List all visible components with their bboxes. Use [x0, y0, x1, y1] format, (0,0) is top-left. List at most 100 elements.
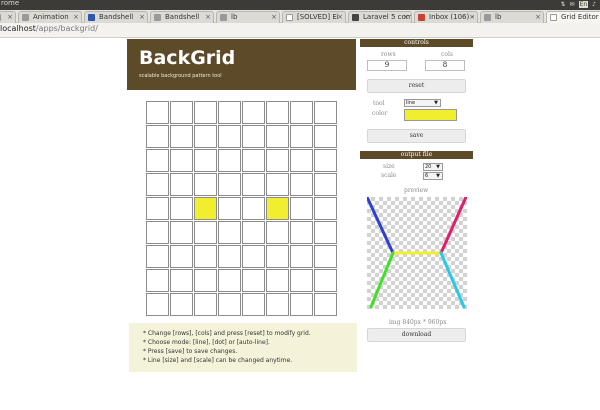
grid-cell[interactable] [194, 221, 217, 244]
grid-cell[interactable] [290, 293, 313, 316]
grid-cell[interactable] [194, 293, 217, 316]
grid-cell[interactable] [194, 101, 217, 124]
grid-cell[interactable] [242, 221, 265, 244]
grid-cell[interactable] [266, 149, 289, 172]
grid-cell[interactable] [242, 125, 265, 148]
tab-lb-1[interactable]: lb × [216, 11, 280, 23]
grid-cell[interactable] [218, 221, 241, 244]
grid-cell[interactable] [290, 245, 313, 268]
color-swatch[interactable] [404, 109, 457, 121]
grid-cell[interactable] [266, 293, 289, 316]
keyboard-indicator[interactable]: En [578, 1, 589, 8]
grid-cell[interactable] [194, 197, 217, 220]
grid-cell[interactable] [290, 101, 313, 124]
close-tab-icon[interactable]: × [7, 12, 13, 23]
grid-cell[interactable] [314, 197, 337, 220]
scale-select[interactable]: 6 ▼ [423, 172, 443, 180]
grid-cell[interactable] [170, 221, 193, 244]
tab-grid-editor[interactable]: Grid Editor [546, 11, 600, 23]
grid-cell[interactable] [146, 221, 169, 244]
grid-cell[interactable] [170, 269, 193, 292]
tab-bandshell-2[interactable]: Bandshell × [150, 11, 214, 23]
close-tab-icon[interactable]: × [73, 12, 79, 23]
grid-cell[interactable] [170, 197, 193, 220]
grid-cell[interactable] [290, 269, 313, 292]
tab-animation[interactable]: Animation × [18, 11, 82, 23]
cols-input[interactable]: 8 [425, 60, 465, 71]
grid-cell[interactable] [218, 125, 241, 148]
mail-icon[interactable]: ✉ [570, 1, 575, 8]
address-bar[interactable]: localhost/apps/backgrid/ [0, 23, 600, 38]
grid-cell[interactable] [194, 269, 217, 292]
tool-select[interactable]: line ▼ [404, 99, 441, 107]
close-tab-icon[interactable]: × [469, 12, 475, 23]
grid-cell[interactable] [170, 125, 193, 148]
grid-cell[interactable] [146, 293, 169, 316]
grid-cell[interactable] [218, 197, 241, 220]
grid-cell[interactable] [146, 125, 169, 148]
close-tab-icon[interactable]: × [403, 12, 409, 23]
grid-cell[interactable] [266, 173, 289, 196]
close-tab-icon[interactable]: × [337, 12, 343, 23]
grid-cell[interactable] [194, 245, 217, 268]
grid-cell[interactable] [314, 221, 337, 244]
grid-cell[interactable] [218, 173, 241, 196]
grid-cell[interactable] [242, 245, 265, 268]
grid-cell[interactable] [266, 221, 289, 244]
grid-cell[interactable] [218, 293, 241, 316]
grid-cell[interactable] [194, 149, 217, 172]
grid-cell[interactable] [146, 173, 169, 196]
grid-cell[interactable] [290, 173, 313, 196]
tab-solved[interactable]: [SOLVED] Ei × [282, 11, 346, 23]
grid-cell[interactable] [266, 197, 289, 220]
grid-cell[interactable] [170, 149, 193, 172]
grid-cell[interactable] [218, 149, 241, 172]
tab-bandshell-1[interactable]: Bandshell × [84, 11, 148, 23]
reset-button[interactable]: reset [367, 79, 466, 93]
grid-cell[interactable] [266, 269, 289, 292]
grid-cell[interactable] [242, 197, 265, 220]
grid-cell[interactable] [290, 125, 313, 148]
grid-cell[interactable] [218, 101, 241, 124]
grid-cell[interactable] [314, 125, 337, 148]
tab-1[interactable]: × [0, 11, 16, 23]
tab-lb-2[interactable]: lb × [480, 11, 544, 23]
grid-cell[interactable] [290, 221, 313, 244]
close-tab-icon[interactable]: × [139, 12, 145, 23]
grid-cell[interactable] [242, 149, 265, 172]
save-button[interactable]: save [367, 129, 466, 143]
grid-cell[interactable] [146, 149, 169, 172]
grid-cell[interactable] [242, 269, 265, 292]
grid-cell[interactable] [242, 293, 265, 316]
close-tab-icon[interactable]: × [205, 12, 211, 23]
grid-cell[interactable] [218, 245, 241, 268]
size-select[interactable]: 20 ▼ [423, 163, 443, 171]
rows-input[interactable]: 9 [367, 60, 407, 71]
network-icon[interactable]: ⇅ [561, 1, 566, 8]
close-tab-icon[interactable]: × [535, 12, 541, 23]
grid-cell[interactable] [314, 293, 337, 316]
grid-cell[interactable] [146, 197, 169, 220]
download-button[interactable]: download [367, 328, 466, 342]
grid-cell[interactable] [314, 269, 337, 292]
grid-cell[interactable] [314, 173, 337, 196]
grid-cell[interactable] [242, 173, 265, 196]
grid-cell[interactable] [266, 245, 289, 268]
tab-laravel[interactable]: Laravel 5 com × [348, 11, 412, 23]
grid-cell[interactable] [266, 101, 289, 124]
grid-cell[interactable] [314, 101, 337, 124]
grid-cell[interactable] [146, 269, 169, 292]
close-tab-icon[interactable]: × [271, 12, 277, 23]
grid-editor[interactable] [146, 101, 339, 317]
tab-inbox[interactable]: Inbox (106) - × [414, 11, 478, 23]
volume-icon[interactable]: ♪ [592, 1, 596, 8]
grid-cell[interactable] [170, 101, 193, 124]
grid-cell[interactable] [242, 101, 265, 124]
grid-cell[interactable] [194, 173, 217, 196]
grid-cell[interactable] [170, 293, 193, 316]
grid-cell[interactable] [146, 101, 169, 124]
grid-cell[interactable] [266, 125, 289, 148]
grid-cell[interactable] [170, 245, 193, 268]
grid-cell[interactable] [290, 149, 313, 172]
grid-cell[interactable] [146, 245, 169, 268]
